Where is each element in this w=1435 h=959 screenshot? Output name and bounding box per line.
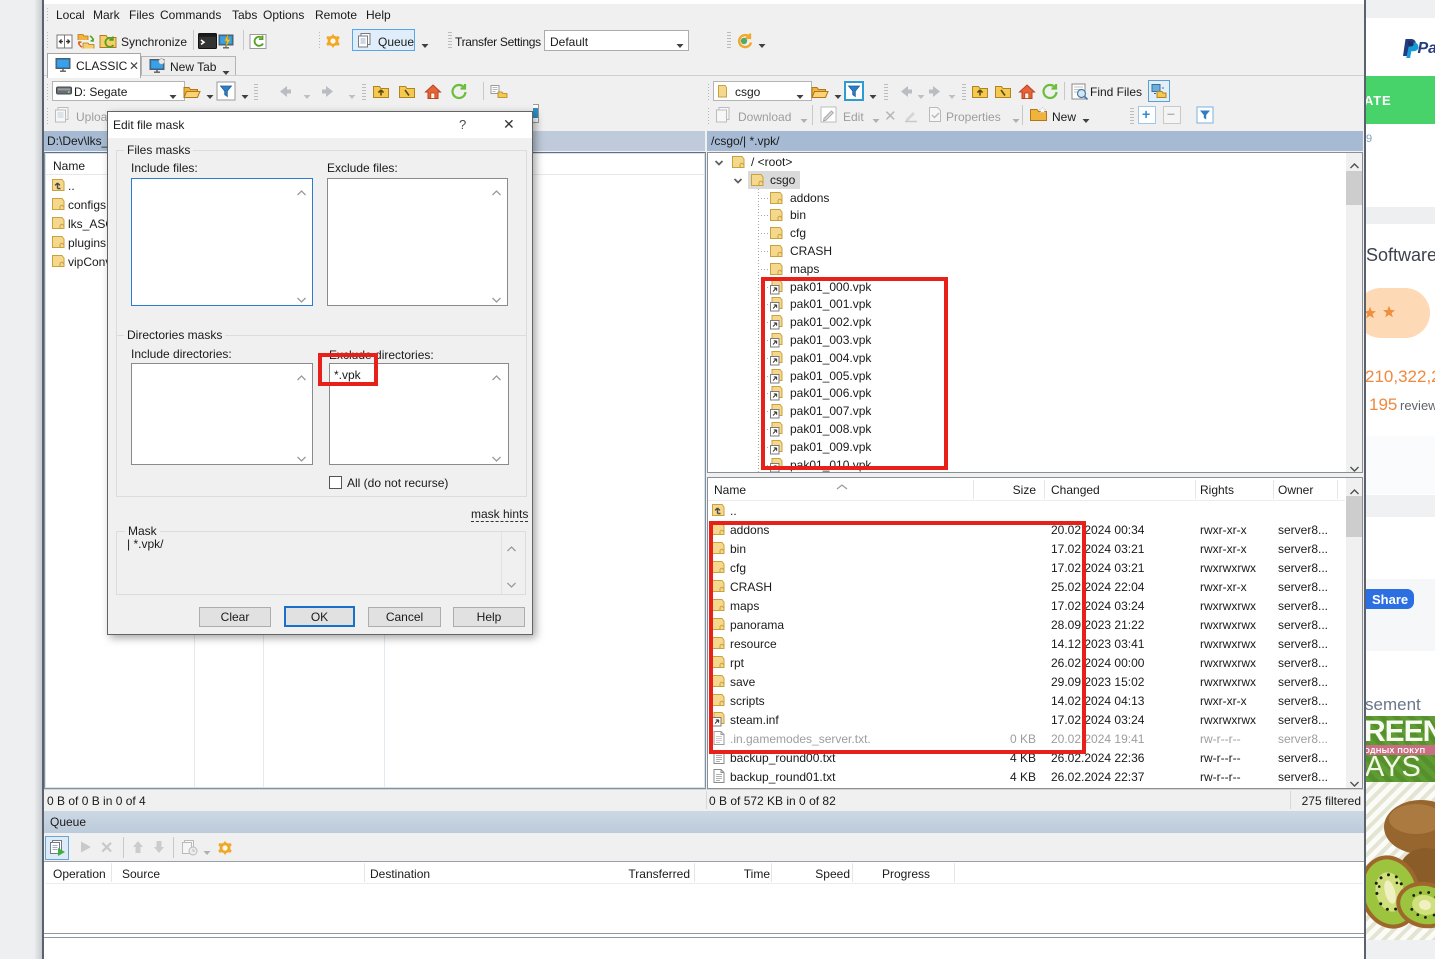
svg-text:Pa: Pa [1418,40,1435,57]
